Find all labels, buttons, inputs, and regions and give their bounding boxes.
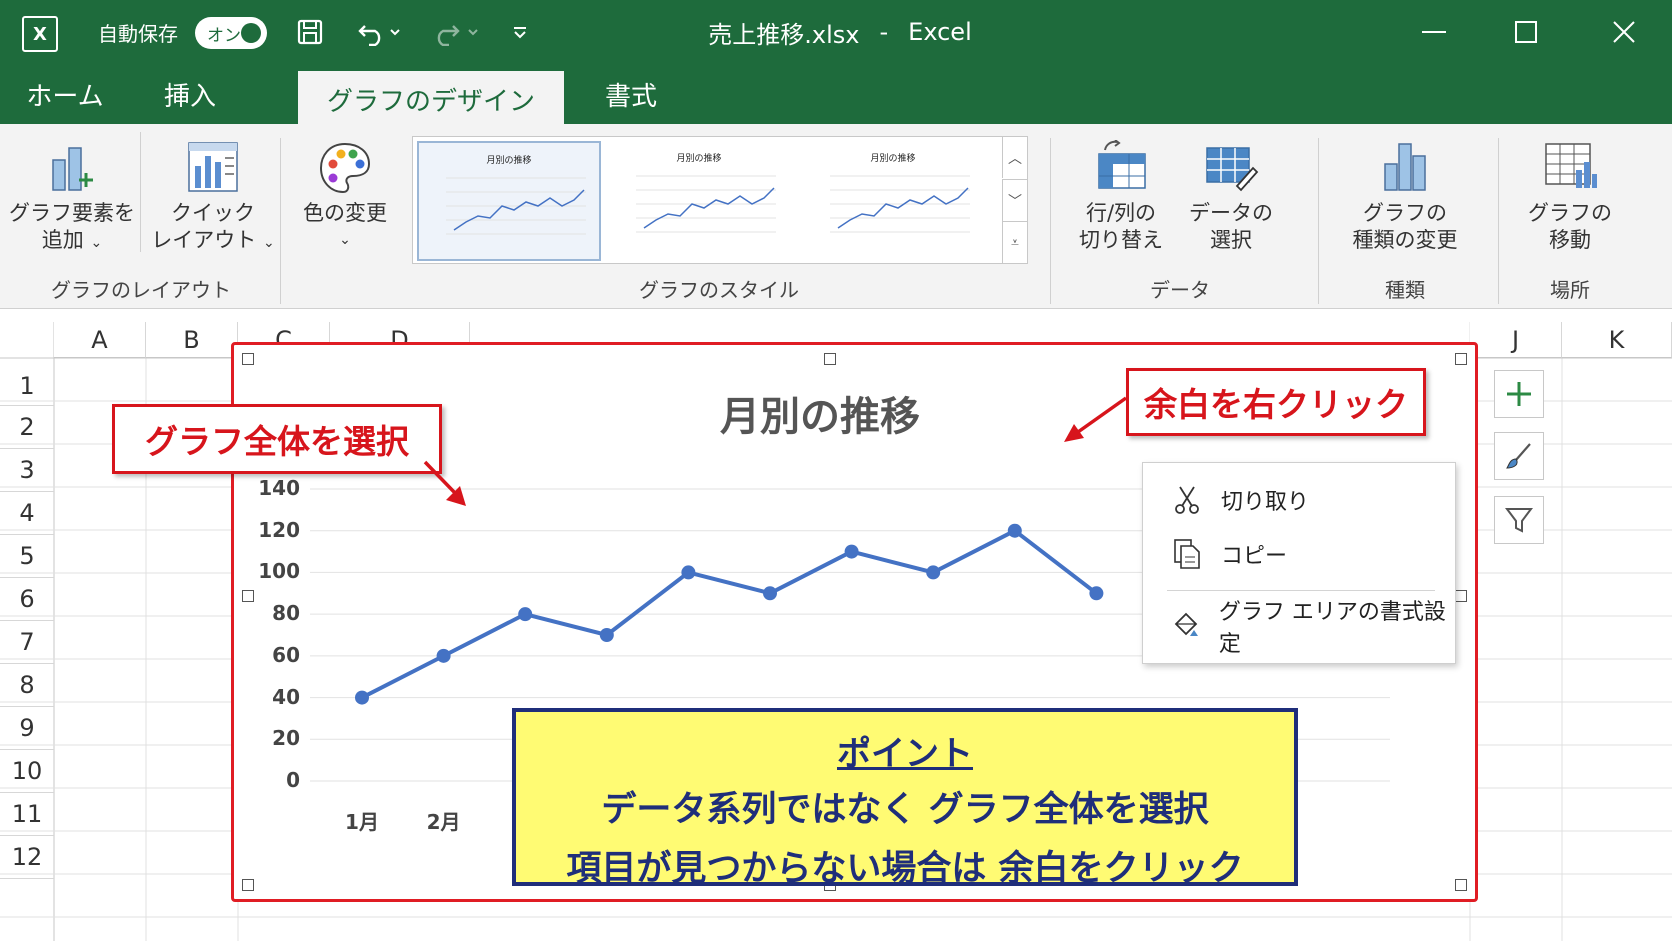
menu-item-cut-label: 切り取り xyxy=(1221,490,1310,515)
note-line-1: データ系列ではなく グラフ全体を選択 xyxy=(601,790,1209,830)
plus-icon xyxy=(1507,382,1531,406)
copy-icon xyxy=(1167,538,1207,570)
chart-elements-button[interactable] xyxy=(1494,370,1544,418)
menu-divider xyxy=(1167,590,1435,591)
menu-item-format-chart-area[interactable]: グラフ エリアの書式設定 xyxy=(1143,600,1455,657)
context-menu: 切り取り コピー グラフ エリアの書式設定 xyxy=(1142,462,1456,664)
filter-icon xyxy=(1505,508,1533,533)
arrow-to-margin xyxy=(1076,396,1128,434)
menu-item-cut[interactable]: 切り取り xyxy=(1143,475,1455,525)
note-line-2: 項目が見つからない場合は 余白をクリック xyxy=(566,849,1244,889)
arrow-to-chart xyxy=(423,460,458,496)
arrowhead xyxy=(1064,424,1084,442)
chart-styles-button[interactable] xyxy=(1494,432,1544,480)
note-heading: ポイント xyxy=(837,734,973,774)
chart-filters-button[interactable] xyxy=(1494,496,1544,544)
menu-item-copy[interactable]: コピー xyxy=(1143,529,1455,579)
paint-bucket-icon xyxy=(1167,610,1205,642)
menu-item-copy-label: コピー xyxy=(1221,544,1288,569)
menu-item-format-label: グラフ エリアの書式設定 xyxy=(1218,600,1446,657)
callout-right-click-margin: 余白を右クリック xyxy=(1126,368,1426,436)
scissors-icon xyxy=(1167,485,1207,515)
brush-icon xyxy=(1506,443,1531,469)
point-note-box: ポイント データ系列ではなく グラフ全体を選択 項目が見つからない場合は 余白を… xyxy=(512,708,1298,889)
